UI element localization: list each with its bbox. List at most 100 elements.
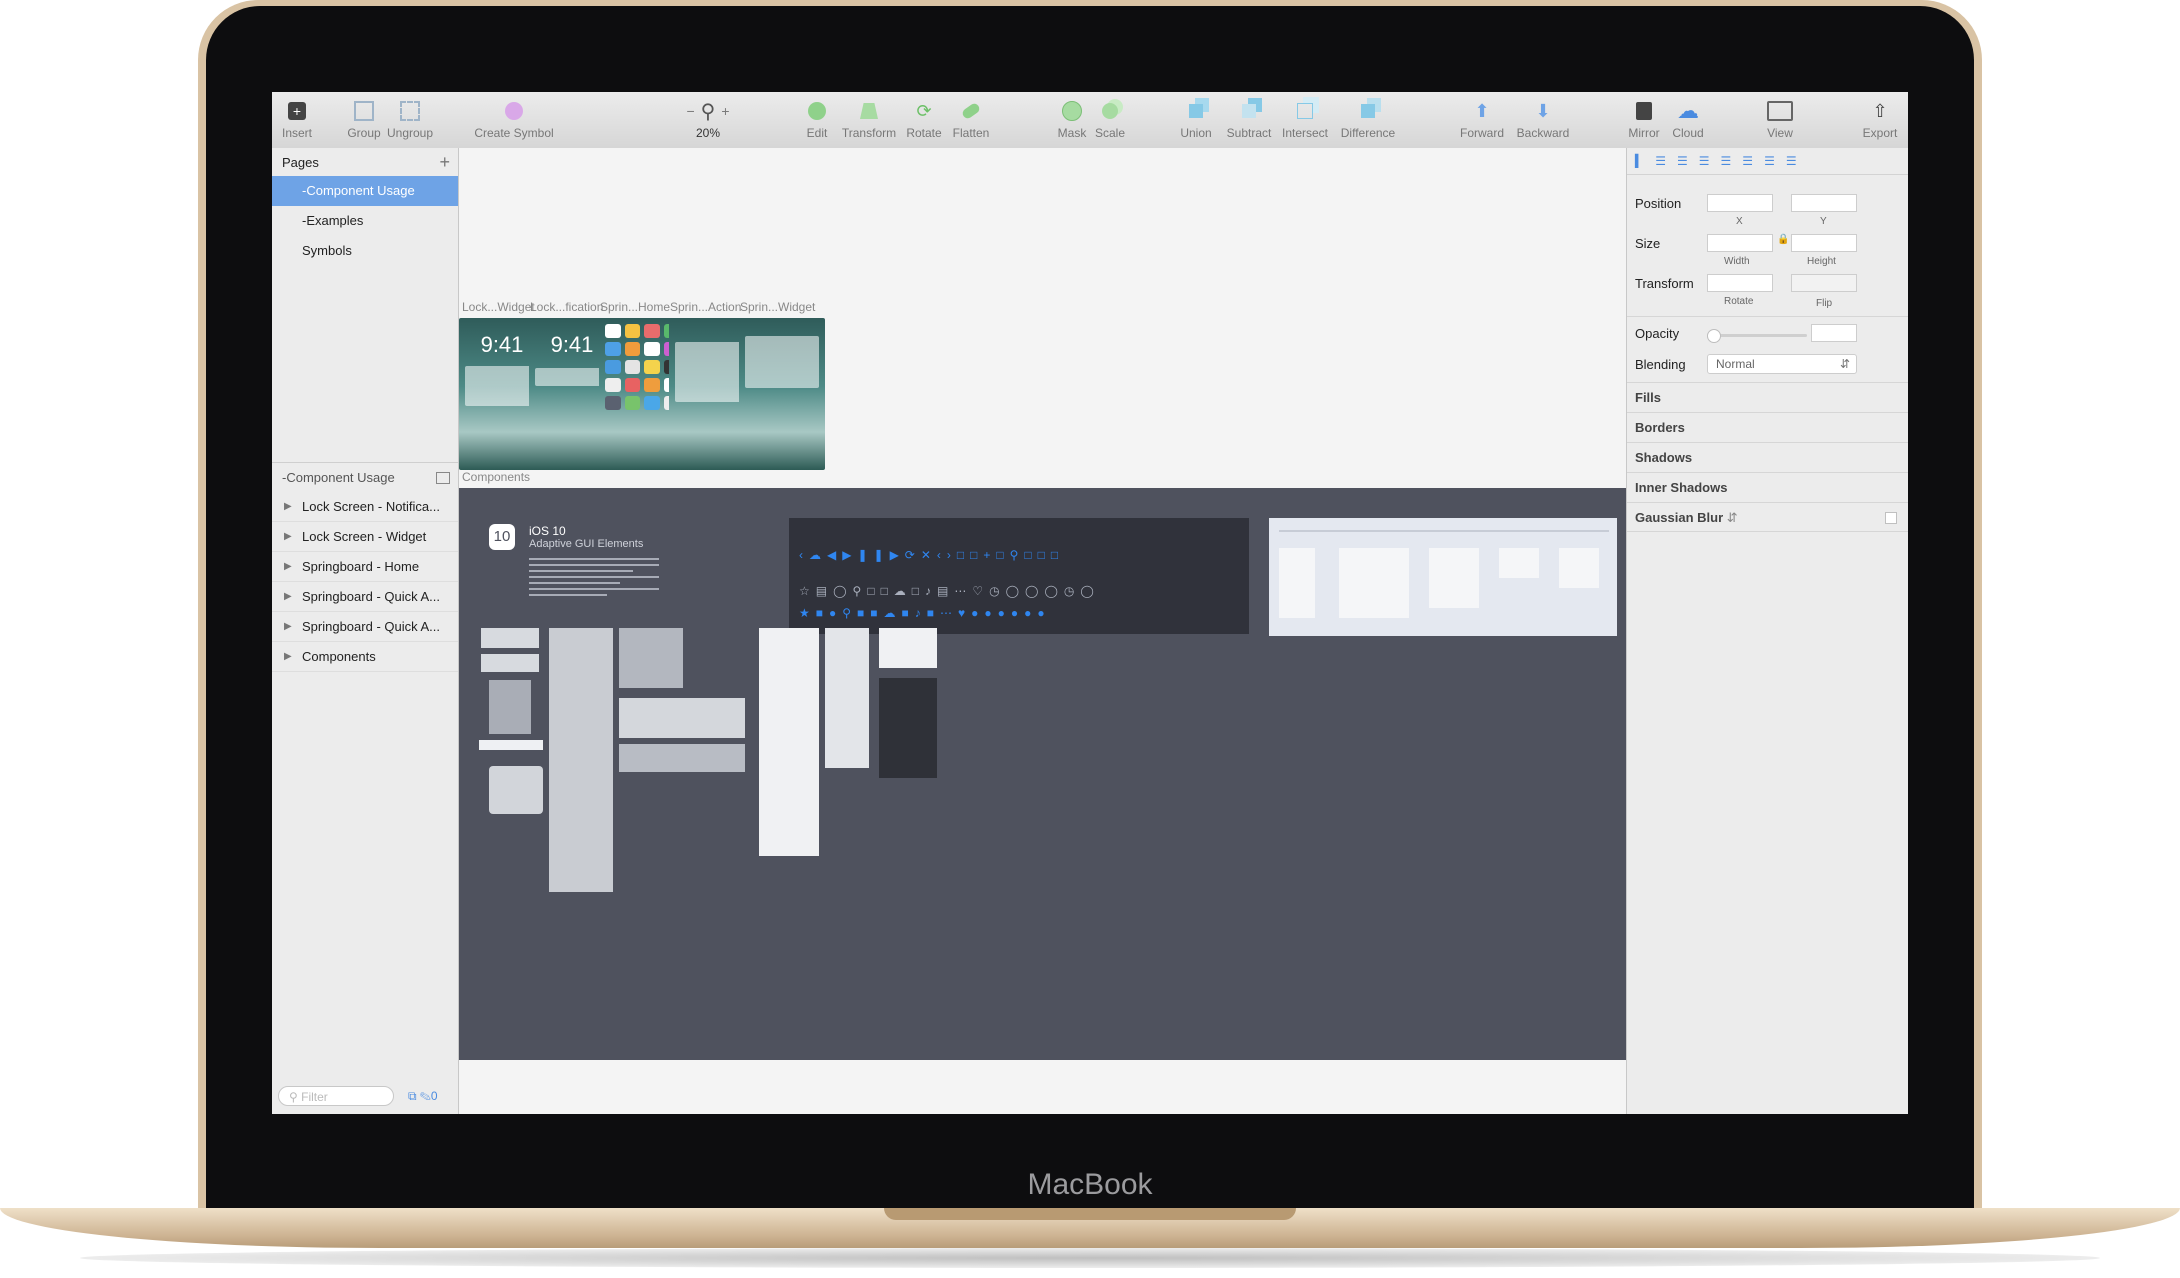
filter-input[interactable]: ⚲ Filter [278, 1086, 394, 1106]
artboard-label[interactable]: Lock...Widget [462, 300, 535, 314]
cloud-button[interactable]: ☁ Cloud [1668, 98, 1708, 146]
ungroup-icon [397, 98, 423, 124]
shadows-section[interactable]: Shadows [1627, 442, 1908, 472]
align-bottom-icon[interactable]: ☰ [1764, 154, 1775, 168]
opacity-slider-knob[interactable] [1707, 329, 1721, 343]
transform-icon [856, 98, 882, 124]
layer-item[interactable]: ▶ Components [272, 642, 458, 672]
view-button[interactable]: View [1760, 98, 1800, 146]
cloud-icon: ☁ [1677, 98, 1699, 123]
ios-title: iOS 10 [529, 524, 566, 538]
layer-item[interactable]: ▶ Springboard - Home [272, 552, 458, 582]
artboard-icon[interactable] [436, 471, 450, 484]
subtract-icon [1236, 98, 1262, 124]
disclosure-triangle-icon[interactable]: ▶ [284, 612, 292, 641]
opacity-field[interactable] [1811, 324, 1857, 342]
subtract-button[interactable]: Subtract [1222, 98, 1276, 146]
transform-label: Transform [1635, 276, 1694, 291]
blur-checkbox[interactable] [1885, 512, 1897, 524]
difference-button[interactable]: Difference [1336, 98, 1400, 146]
disclosure-triangle-icon[interactable]: ▶ [284, 582, 292, 611]
align-left-icon[interactable]: ▍ [1635, 154, 1644, 168]
blending-select[interactable]: Normal ⇵ [1707, 354, 1857, 374]
rotate-field[interactable] [1707, 274, 1773, 292]
navigation-table-panel [1269, 518, 1617, 636]
pages-title: Pages [282, 154, 319, 170]
union-button[interactable]: Union [1176, 98, 1216, 146]
components-artboard[interactable]: 10 iOS 10 Adaptive GUI Elements ‹☁◀▶❚❚▶⟳… [459, 488, 1639, 1060]
create-symbol-button[interactable]: Create Symbol [468, 98, 560, 146]
chevron-updown-icon[interactable]: ⇵ [1727, 510, 1738, 525]
edit-button[interactable]: Edit [802, 98, 832, 146]
difference-icon [1355, 98, 1381, 124]
artboard-label[interactable]: Sprin...Widget [740, 300, 815, 314]
mirror-button[interactable]: Mirror [1624, 98, 1664, 146]
layer-filter-icons[interactable]: ⧉ ✎0 [408, 1089, 438, 1104]
action-sheet-component [825, 628, 869, 768]
scale-button[interactable]: Scale [1092, 98, 1128, 146]
zoom-out-button[interactable]: − [686, 103, 694, 119]
distribute-icon[interactable]: ☰ [1699, 154, 1710, 168]
backward-icon: ⬇ [1535, 100, 1551, 121]
gaussian-blur-section[interactable]: Gaussian Blur ⇵ [1627, 502, 1908, 532]
export-icon: ⇧ [1872, 100, 1888, 121]
disclosure-triangle-icon[interactable]: ▶ [284, 642, 292, 671]
ungroup-button[interactable]: Ungroup [386, 98, 434, 146]
chevron-updown-icon: ⇵ [1839, 357, 1850, 371]
group-button[interactable]: Group [344, 98, 384, 146]
lock-icon[interactable]: 🔒 [1777, 234, 1789, 245]
forward-button[interactable]: ⬆ Forward [1456, 98, 1508, 146]
insert-button[interactable]: + Insert [278, 98, 316, 146]
disclosure-triangle-icon[interactable]: ▶ [284, 522, 292, 551]
edit-filter-icon[interactable]: ✎ [420, 1089, 431, 1103]
artboard-label[interactable]: Sprin...Home [600, 300, 670, 314]
description-text [529, 558, 659, 600]
layer-item[interactable]: ▶ Springboard - Quick A... [272, 612, 458, 642]
height-field[interactable] [1791, 234, 1857, 252]
canvas[interactable]: Lock...Widget Lock...fication Sprin...Ho… [459, 148, 1639, 1114]
zoom-control[interactable]: − ⚲ + 20% [678, 98, 738, 146]
rotate-button[interactable]: ⟳ Rotate [904, 98, 944, 146]
borders-section[interactable]: Borders [1627, 412, 1908, 442]
y-field[interactable] [1791, 194, 1857, 212]
table-view-component [759, 628, 819, 856]
components-label[interactable]: Components [462, 470, 530, 484]
align-middle-icon[interactable]: ☰ [1742, 154, 1753, 168]
flatten-icon [958, 98, 984, 124]
layer-item[interactable]: ▶ Springboard - Quick A... [272, 582, 458, 612]
align-top-icon[interactable]: ☰ [1721, 154, 1732, 168]
flip-control[interactable] [1791, 274, 1857, 292]
backward-button[interactable]: ⬇ Backward [1512, 98, 1574, 146]
symbols-filter-icon[interactable]: ⧉ [408, 1089, 417, 1103]
page-item-examples[interactable]: -Examples [272, 206, 458, 236]
align-right-icon[interactable]: ☰ [1677, 154, 1688, 168]
flatten-button[interactable]: Flatten [948, 98, 994, 146]
x-field[interactable] [1707, 194, 1773, 212]
disclosure-triangle-icon[interactable]: ▶ [284, 492, 292, 521]
fills-section[interactable]: Fills [1627, 382, 1908, 412]
page-item-symbols[interactable]: Symbols [272, 236, 458, 266]
layer-item[interactable]: ▶ Lock Screen - Widget [272, 522, 458, 552]
page-item-component-usage[interactable]: -Component Usage [272, 176, 458, 206]
align-center-icon[interactable]: ☰ [1655, 154, 1666, 168]
mask-button[interactable]: Mask [1054, 98, 1090, 146]
opacity-slider[interactable] [1707, 334, 1807, 337]
ios-subtitle: Adaptive GUI Elements [529, 538, 644, 550]
add-page-button[interactable]: + [439, 152, 450, 173]
intersect-button[interactable]: Intersect [1278, 98, 1332, 146]
artboard-label[interactable]: Lock...fication [530, 300, 603, 314]
artboard-label[interactable]: Sprin...Action [670, 300, 741, 314]
zoom-in-button[interactable]: + [721, 103, 729, 119]
disclosure-triangle-icon[interactable]: ▶ [284, 552, 292, 581]
export-button[interactable]: ⇧ Export [1860, 98, 1900, 146]
tab-icon-row-filled: ★■●⚲■■☁■♪■⋯♥●●●●●● [799, 606, 1051, 620]
layer-item[interactable]: ▶ Lock Screen - Notifica... [272, 492, 458, 522]
distribute-vertical-icon[interactable]: ☰ [1786, 154, 1797, 168]
transform-button[interactable]: Transform [838, 98, 900, 146]
inner-shadows-section[interactable]: Inner Shadows [1627, 472, 1908, 502]
width-field[interactable] [1707, 234, 1773, 252]
mask-icon [1059, 98, 1085, 124]
artboard-springboard-widget[interactable] [739, 318, 825, 470]
toolbar-icon-row: ‹☁◀▶❚❚▶⟳✕‹›□□+□⚲□□□ [799, 548, 1065, 562]
alert-component [489, 766, 543, 814]
